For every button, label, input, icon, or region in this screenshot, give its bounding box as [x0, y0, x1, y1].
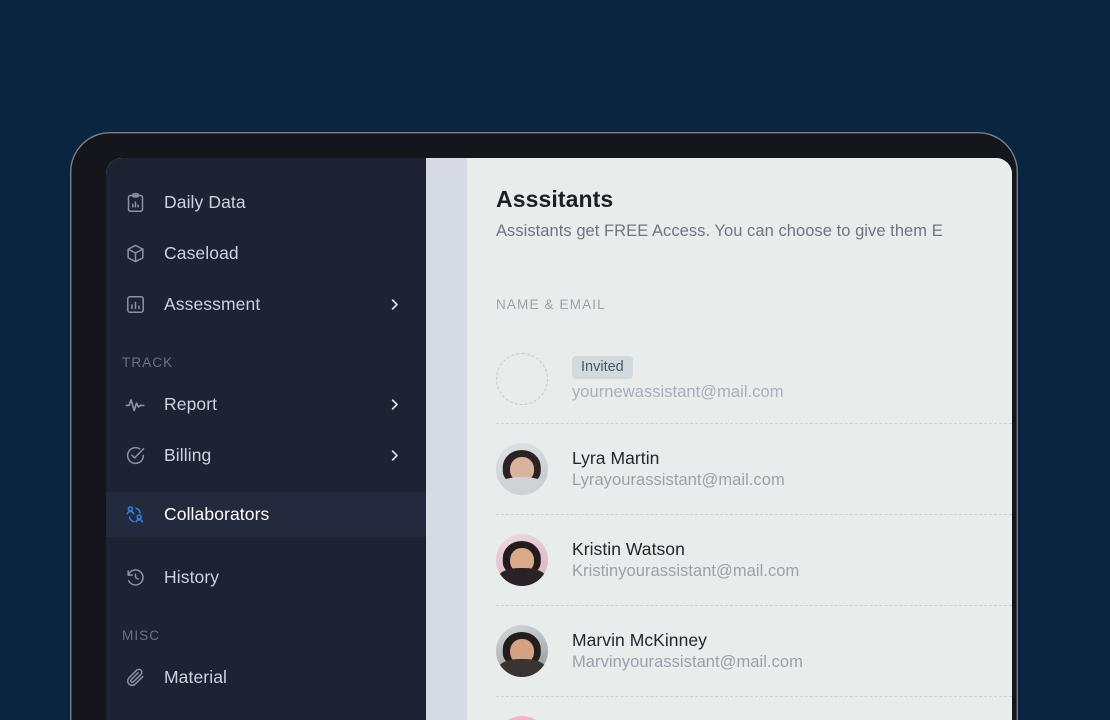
row-name: Kristin Watson	[572, 539, 685, 559]
table-row[interactable]: Wade Warren	[496, 696, 1012, 720]
sidebar-section-label-track: TRACK	[122, 355, 174, 370]
sidebar-item-label: Billing	[164, 445, 212, 465]
row-content: Invited yournewassistant@mail.com	[572, 355, 784, 402]
row-content: Kristin Watson Kristinyourassistant@mail…	[572, 539, 799, 581]
chevron-right-icon	[387, 297, 402, 312]
avatar	[496, 534, 548, 586]
row-email: Marvinyourassistant@mail.com	[572, 653, 803, 671]
sidebar-item-label: Collaborators	[164, 504, 270, 524]
page-subtitle: Assistants get FREE Access. You can choo…	[496, 222, 943, 240]
row-content: Marvin McKinney Marvinyourassistant@mail…	[572, 630, 803, 672]
sidebar-section-label-misc: MISC	[122, 628, 161, 643]
avatar	[496, 716, 548, 720]
sidebar-item-label: Daily Data	[164, 192, 246, 212]
sidebar-item-assessment[interactable]: Assessment	[106, 282, 426, 327]
sidebar-item-billing[interactable]: Billing	[106, 433, 426, 478]
sidebar-item-label: History	[164, 567, 220, 587]
users-sync-icon	[122, 504, 148, 526]
panel-divider-strip	[426, 158, 467, 720]
column-header-name-email: NAME & EMAIL	[496, 297, 606, 312]
screenshot-stage: Daily Data Caseload Assessment TRACK Rep…	[0, 0, 1110, 720]
avatar-portrait	[496, 625, 548, 677]
table-row[interactable]: Kristin Watson Kristinyourassistant@mail…	[496, 514, 1012, 605]
row-email: Lyrayourassistant@mail.com	[572, 471, 785, 489]
page-title: Asssitants	[496, 186, 614, 212]
sidebar-item-report[interactable]: Report	[106, 382, 426, 427]
assistants-list: Invited yournewassistant@mail.com Lyra M…	[496, 332, 1012, 720]
dashed-placeholder-avatar	[496, 352, 548, 405]
chevron-right-icon	[387, 448, 402, 463]
sidebar-item-caseload[interactable]: Caseload	[106, 231, 426, 276]
activity-pulse-icon	[122, 394, 148, 416]
sidebar-item-history[interactable]: History	[106, 555, 426, 600]
table-row[interactable]: Lyra Martin Lyrayourassistant@mail.com	[496, 423, 1012, 514]
tablet-screen: Daily Data Caseload Assessment TRACK Rep…	[106, 158, 1012, 720]
row-name: Marvin McKinney	[572, 630, 707, 650]
chevron-right-icon	[387, 397, 402, 412]
assistants-panel: Asssitants Assistants get FREE Access. Y…	[467, 158, 1012, 720]
row-content: Lyra Martin Lyrayourassistant@mail.com	[572, 448, 785, 490]
clipboard-chart-icon	[122, 192, 148, 213]
row-email: Kristinyourassistant@mail.com	[572, 562, 800, 580]
table-row[interactable]: Invited yournewassistant@mail.com	[496, 332, 1012, 423]
row-name: Lyra Martin	[572, 448, 660, 468]
avatar-portrait	[496, 443, 548, 495]
avatar-portrait	[496, 534, 548, 586]
clock-rewind-icon	[122, 567, 148, 588]
bar-chart-box-icon	[122, 294, 148, 315]
avatar	[496, 443, 548, 495]
sidebar-item-label: Report	[164, 394, 218, 414]
sidebar-item-daily-data[interactable]: Daily Data	[106, 180, 426, 225]
sidebar-item-label: Caseload	[164, 243, 239, 263]
paperclip-icon	[122, 667, 148, 688]
sidebar-navigation: Daily Data Caseload Assessment TRACK Rep…	[106, 158, 426, 720]
status-badge: Invited	[572, 355, 633, 379]
sidebar-item-collaborators[interactable]: Collaborators	[106, 492, 426, 537]
avatar-portrait	[496, 716, 548, 720]
sidebar-item-material[interactable]: Material	[106, 655, 426, 700]
table-row[interactable]: Marvin McKinney Marvinyourassistant@mail…	[496, 605, 1012, 696]
cube-icon	[122, 243, 148, 264]
check-circle-icon	[122, 445, 148, 466]
sidebar-item-label: Material	[164, 667, 228, 687]
row-email: yournewassistant@mail.com	[572, 382, 784, 401]
avatar	[496, 625, 548, 677]
tablet-device-frame: Daily Data Caseload Assessment TRACK Rep…	[70, 132, 1018, 720]
sidebar-item-label: Assessment	[164, 294, 261, 314]
